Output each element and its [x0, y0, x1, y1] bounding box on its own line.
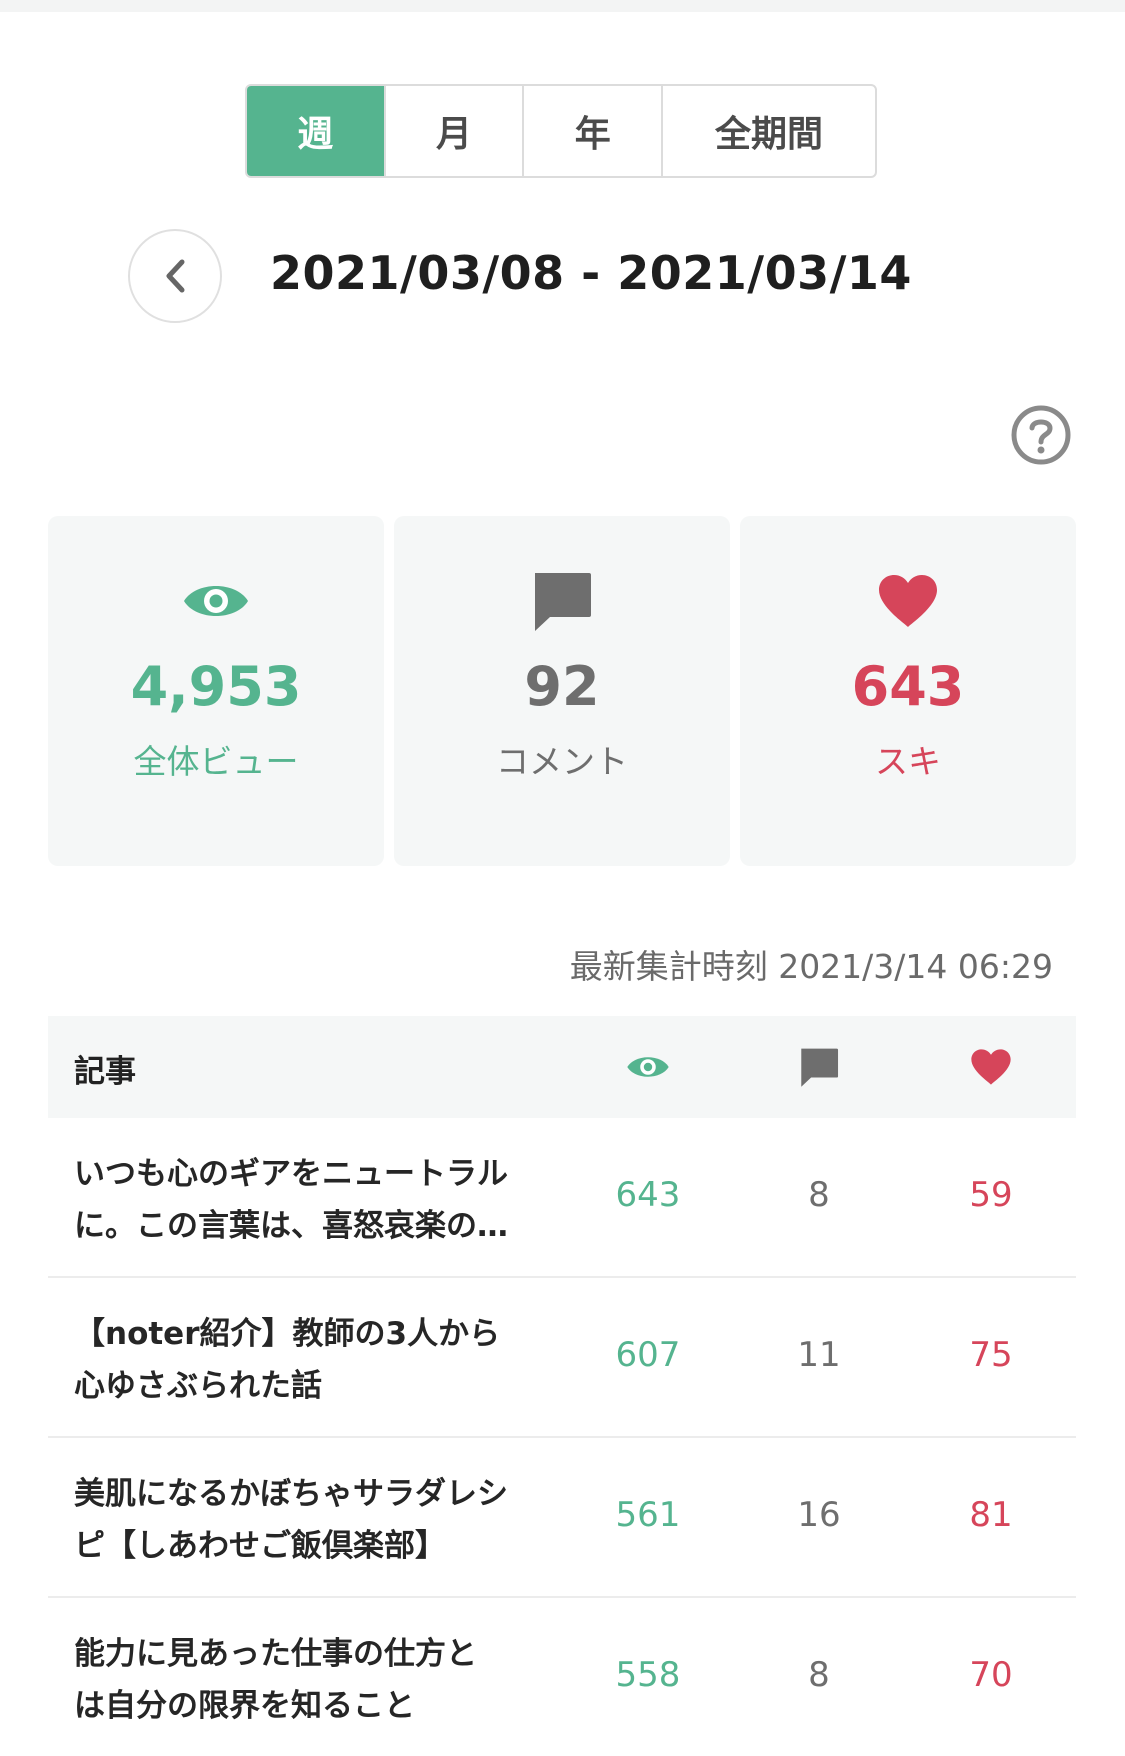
- article-stats-table: 記事 いつも心のギアをニュートラル に。この言葉は、喜怒哀楽の… 643 8 5…: [48, 1016, 1076, 1756]
- eye-icon: [182, 566, 250, 636]
- article-title[interactable]: いつも心のギアをニュートラル に。この言葉は、喜怒哀楽の…: [74, 1148, 544, 1252]
- comment-icon: [530, 566, 594, 636]
- comment-icon: [759, 1042, 879, 1092]
- top-strip: [0, 0, 1125, 12]
- article-title-line: 能力に見あった仕事の仕方と: [74, 1636, 477, 1672]
- period-tabs: 週 月 年 全期間: [245, 84, 877, 178]
- eye-icon: [588, 1042, 708, 1092]
- tab-year[interactable]: 年: [522, 86, 661, 176]
- article-comments: 8: [808, 1655, 830, 1695]
- article-views: 607: [615, 1335, 681, 1375]
- likes-card: 643 スキ: [740, 516, 1076, 866]
- article-title[interactable]: 能力に見あった仕事の仕方と は自分の限界を知ること: [74, 1628, 544, 1732]
- tab-week[interactable]: 週: [247, 86, 384, 176]
- table-row[interactable]: 能力に見あった仕事の仕方と は自分の限界を知ること 558 8 70: [48, 1598, 1076, 1756]
- article-comments: 16: [797, 1495, 841, 1535]
- article-title-line: ピ【しあわせご飯倶楽部】: [74, 1528, 446, 1564]
- article-comments: 8: [808, 1175, 830, 1215]
- article-views: 558: [615, 1655, 681, 1695]
- tab-month[interactable]: 月: [383, 86, 523, 176]
- table-row[interactable]: 美肌になるかぼちゃサラダレシ ピ【しあわせご飯倶楽部】 561 16 81: [48, 1438, 1076, 1598]
- views-total: 4,953: [130, 655, 302, 718]
- article-title-line: 美肌になるかぼちゃサラダレシ: [74, 1476, 508, 1512]
- help-icon[interactable]: [1010, 404, 1072, 466]
- article-likes: 70: [969, 1655, 1013, 1695]
- article-title[interactable]: 【noter紹介】教師の3人から 心ゆさぶられた話: [74, 1308, 544, 1412]
- likes-total: 643: [851, 655, 965, 718]
- heart-icon: [931, 1042, 1051, 1092]
- article-likes: 59: [969, 1175, 1013, 1215]
- chevron-left-icon: [166, 259, 185, 293]
- article-title-line: 心ゆさぶられた話: [74, 1368, 322, 1404]
- table-row[interactable]: いつも心のギアをニュートラル に。この言葉は、喜怒哀楽の… 643 8 59: [48, 1118, 1076, 1278]
- article-title[interactable]: 美肌になるかぼちゃサラダレシ ピ【しあわせご飯倶楽部】: [74, 1468, 544, 1572]
- comments-total: 92: [524, 655, 600, 718]
- article-views: 643: [615, 1175, 681, 1215]
- article-title-line: は自分の限界を知ること: [74, 1688, 415, 1724]
- table-header: 記事: [48, 1016, 1076, 1118]
- comments-label: コメント: [496, 742, 628, 781]
- article-title-line: に。この言葉は、喜怒哀楽の…: [74, 1208, 508, 1244]
- comments-card: 92 コメント: [394, 516, 730, 866]
- tab-all-time[interactable]: 全期間: [661, 86, 875, 176]
- table-row[interactable]: 【noter紹介】教師の3人から 心ゆさぶられた話 607 11 75: [48, 1278, 1076, 1438]
- date-range: 2021/03/08 - 2021/03/14: [270, 246, 912, 300]
- views-card: 4,953 全体ビュー: [48, 516, 384, 866]
- likes-label: スキ: [875, 742, 941, 781]
- article-title-line: いつも心のギアをニュートラル: [74, 1156, 508, 1192]
- article-likes: 75: [969, 1335, 1013, 1375]
- previous-period-button[interactable]: [128, 229, 222, 323]
- article-likes: 81: [969, 1495, 1013, 1535]
- article-title-line: 【noter紹介】教師の3人から: [74, 1316, 501, 1352]
- column-header-article: 記事: [74, 1054, 136, 1090]
- last-updated-timestamp: 最新集計時刻 2021/3/14 06:29: [569, 947, 1053, 986]
- article-views: 561: [615, 1495, 681, 1535]
- heart-icon: [877, 566, 939, 636]
- views-label: 全体ビュー: [133, 742, 299, 781]
- article-comments: 11: [797, 1335, 841, 1375]
